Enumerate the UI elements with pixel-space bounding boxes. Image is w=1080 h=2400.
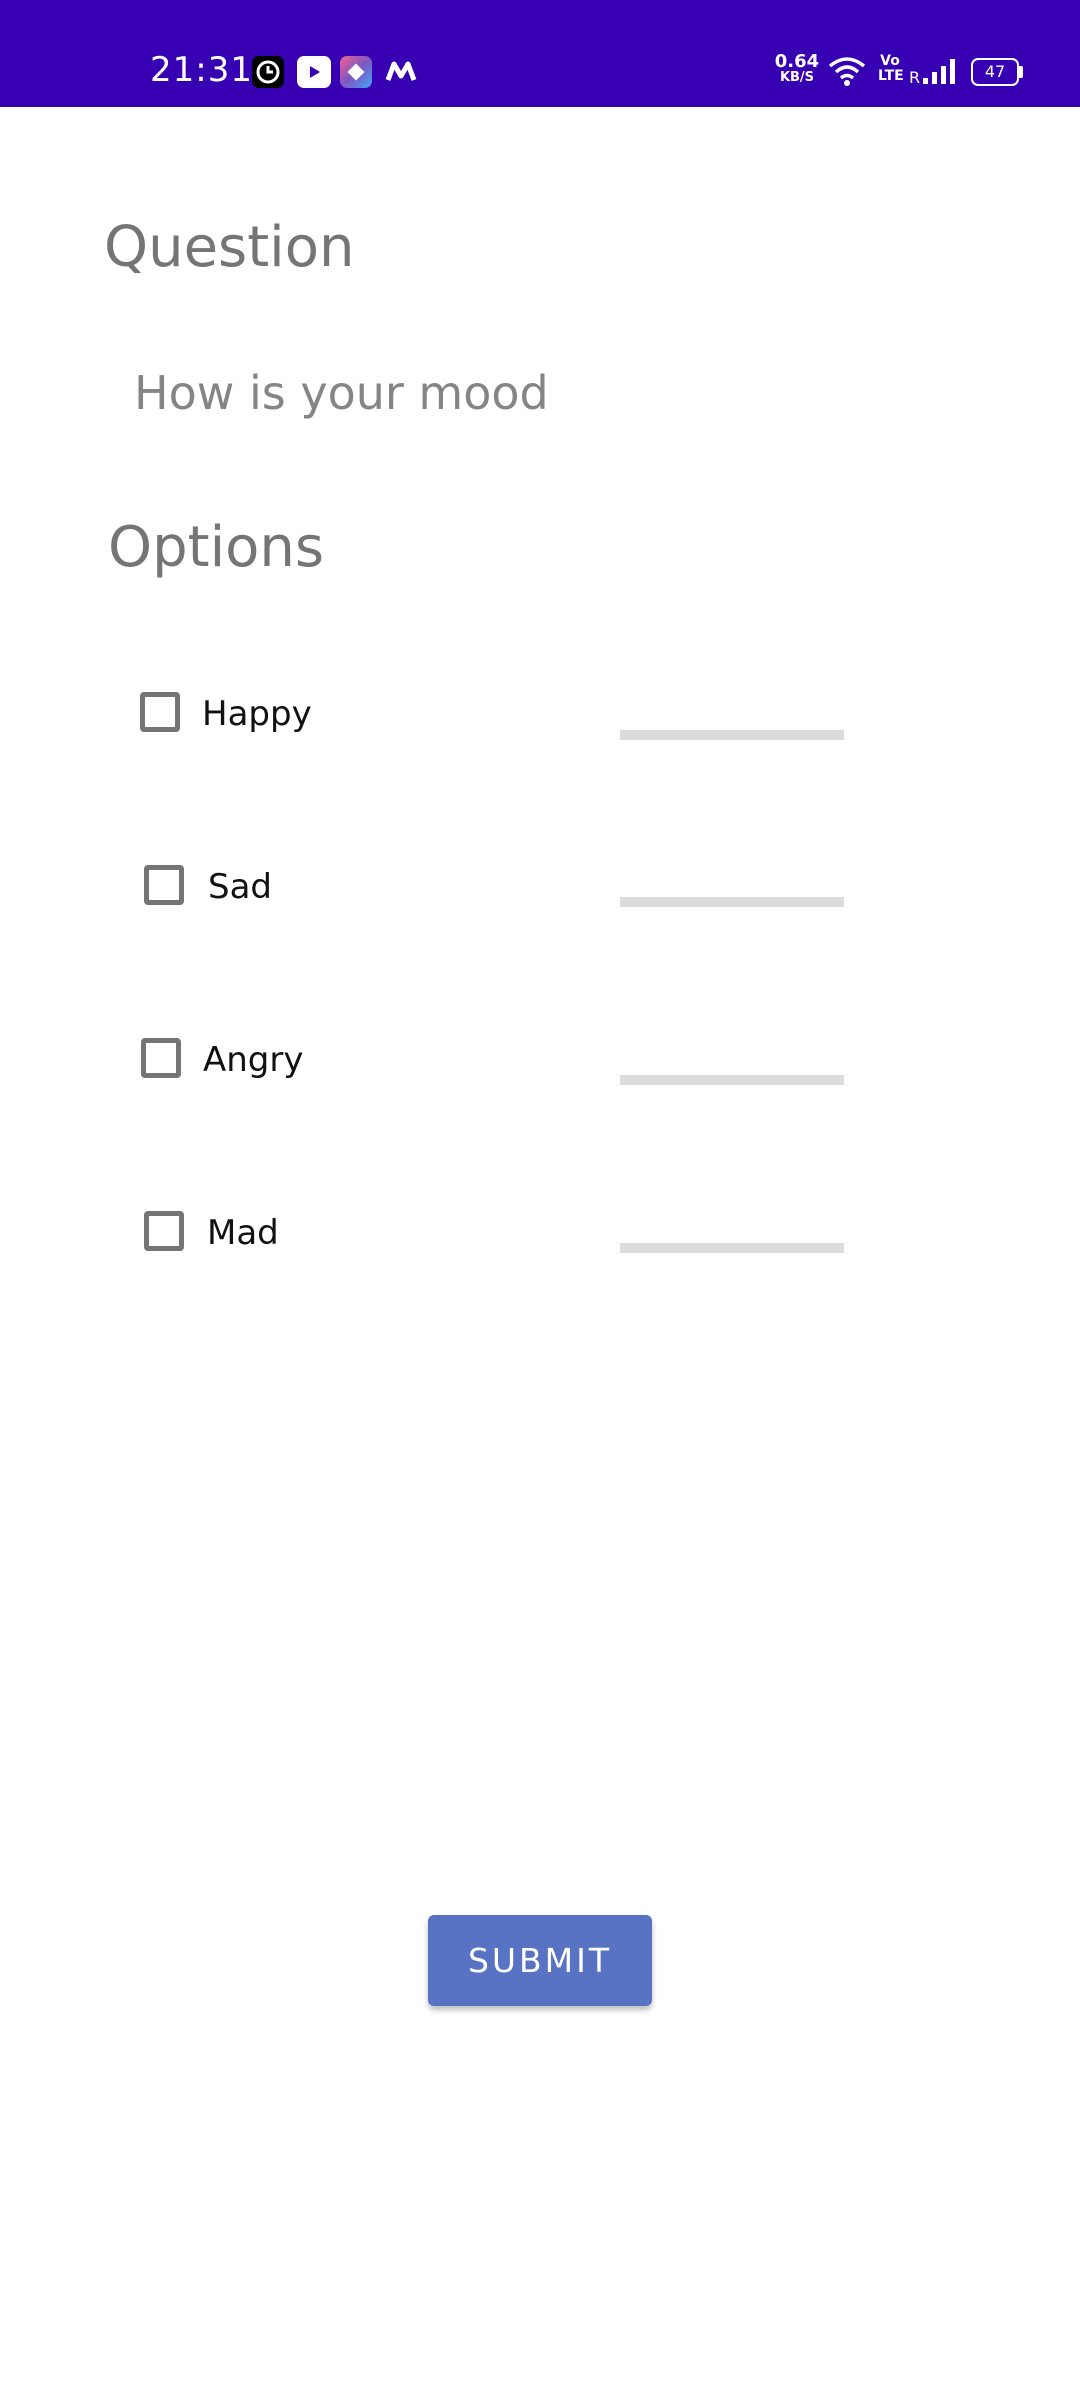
network-speed-unit: KB/S [779,70,815,85]
volte-bottom: LTE [878,68,904,84]
status-time: 21:31 [150,50,253,90]
option-checkbox-sad[interactable] [144,865,184,905]
question-heading: Question [104,215,355,280]
option-field-happy[interactable] [620,730,844,740]
option-checkbox-mad[interactable] [144,1211,184,1251]
battery-indicator: 47 [971,58,1019,86]
network-speed: 0.64 KB/S [773,51,821,86]
option-row: Angry [0,1020,1080,1100]
options-heading: Options [108,515,325,580]
network-speed-value: 0.64 [774,51,820,72]
option-label-mad: Mad [207,1213,279,1253]
option-label-angry: Angry [203,1040,304,1080]
option-field-mad[interactable] [620,1243,844,1253]
option-label-happy: Happy [202,694,312,734]
volte-top: Vo [880,53,900,69]
m-app-icon [384,56,418,88]
option-row: Happy [0,674,1080,754]
option-checkbox-happy[interactable] [140,692,180,732]
signal-icon [922,56,958,91]
youtube-icon [297,56,331,88]
status-bar: 21:31 0.64 KB/S Vo LTE R 47 [0,0,1080,107]
submit-button[interactable]: SUBMIT [428,1915,652,2006]
volte-indicator: Vo LTE [878,53,904,84]
option-row: Mad [0,1193,1080,1273]
option-field-sad[interactable] [620,897,844,907]
question-text: How is your mood [134,366,549,420]
shortcut-app-icon [340,56,372,88]
roaming-indicator: R [909,68,921,87]
option-checkbox-angry[interactable] [141,1038,181,1078]
option-label-sad: Sad [208,867,272,907]
clock-app-icon [252,56,284,88]
battery-tip [1019,66,1023,78]
option-row: Sad [0,847,1080,927]
option-field-angry[interactable] [620,1075,844,1085]
wifi-icon [828,56,866,93]
